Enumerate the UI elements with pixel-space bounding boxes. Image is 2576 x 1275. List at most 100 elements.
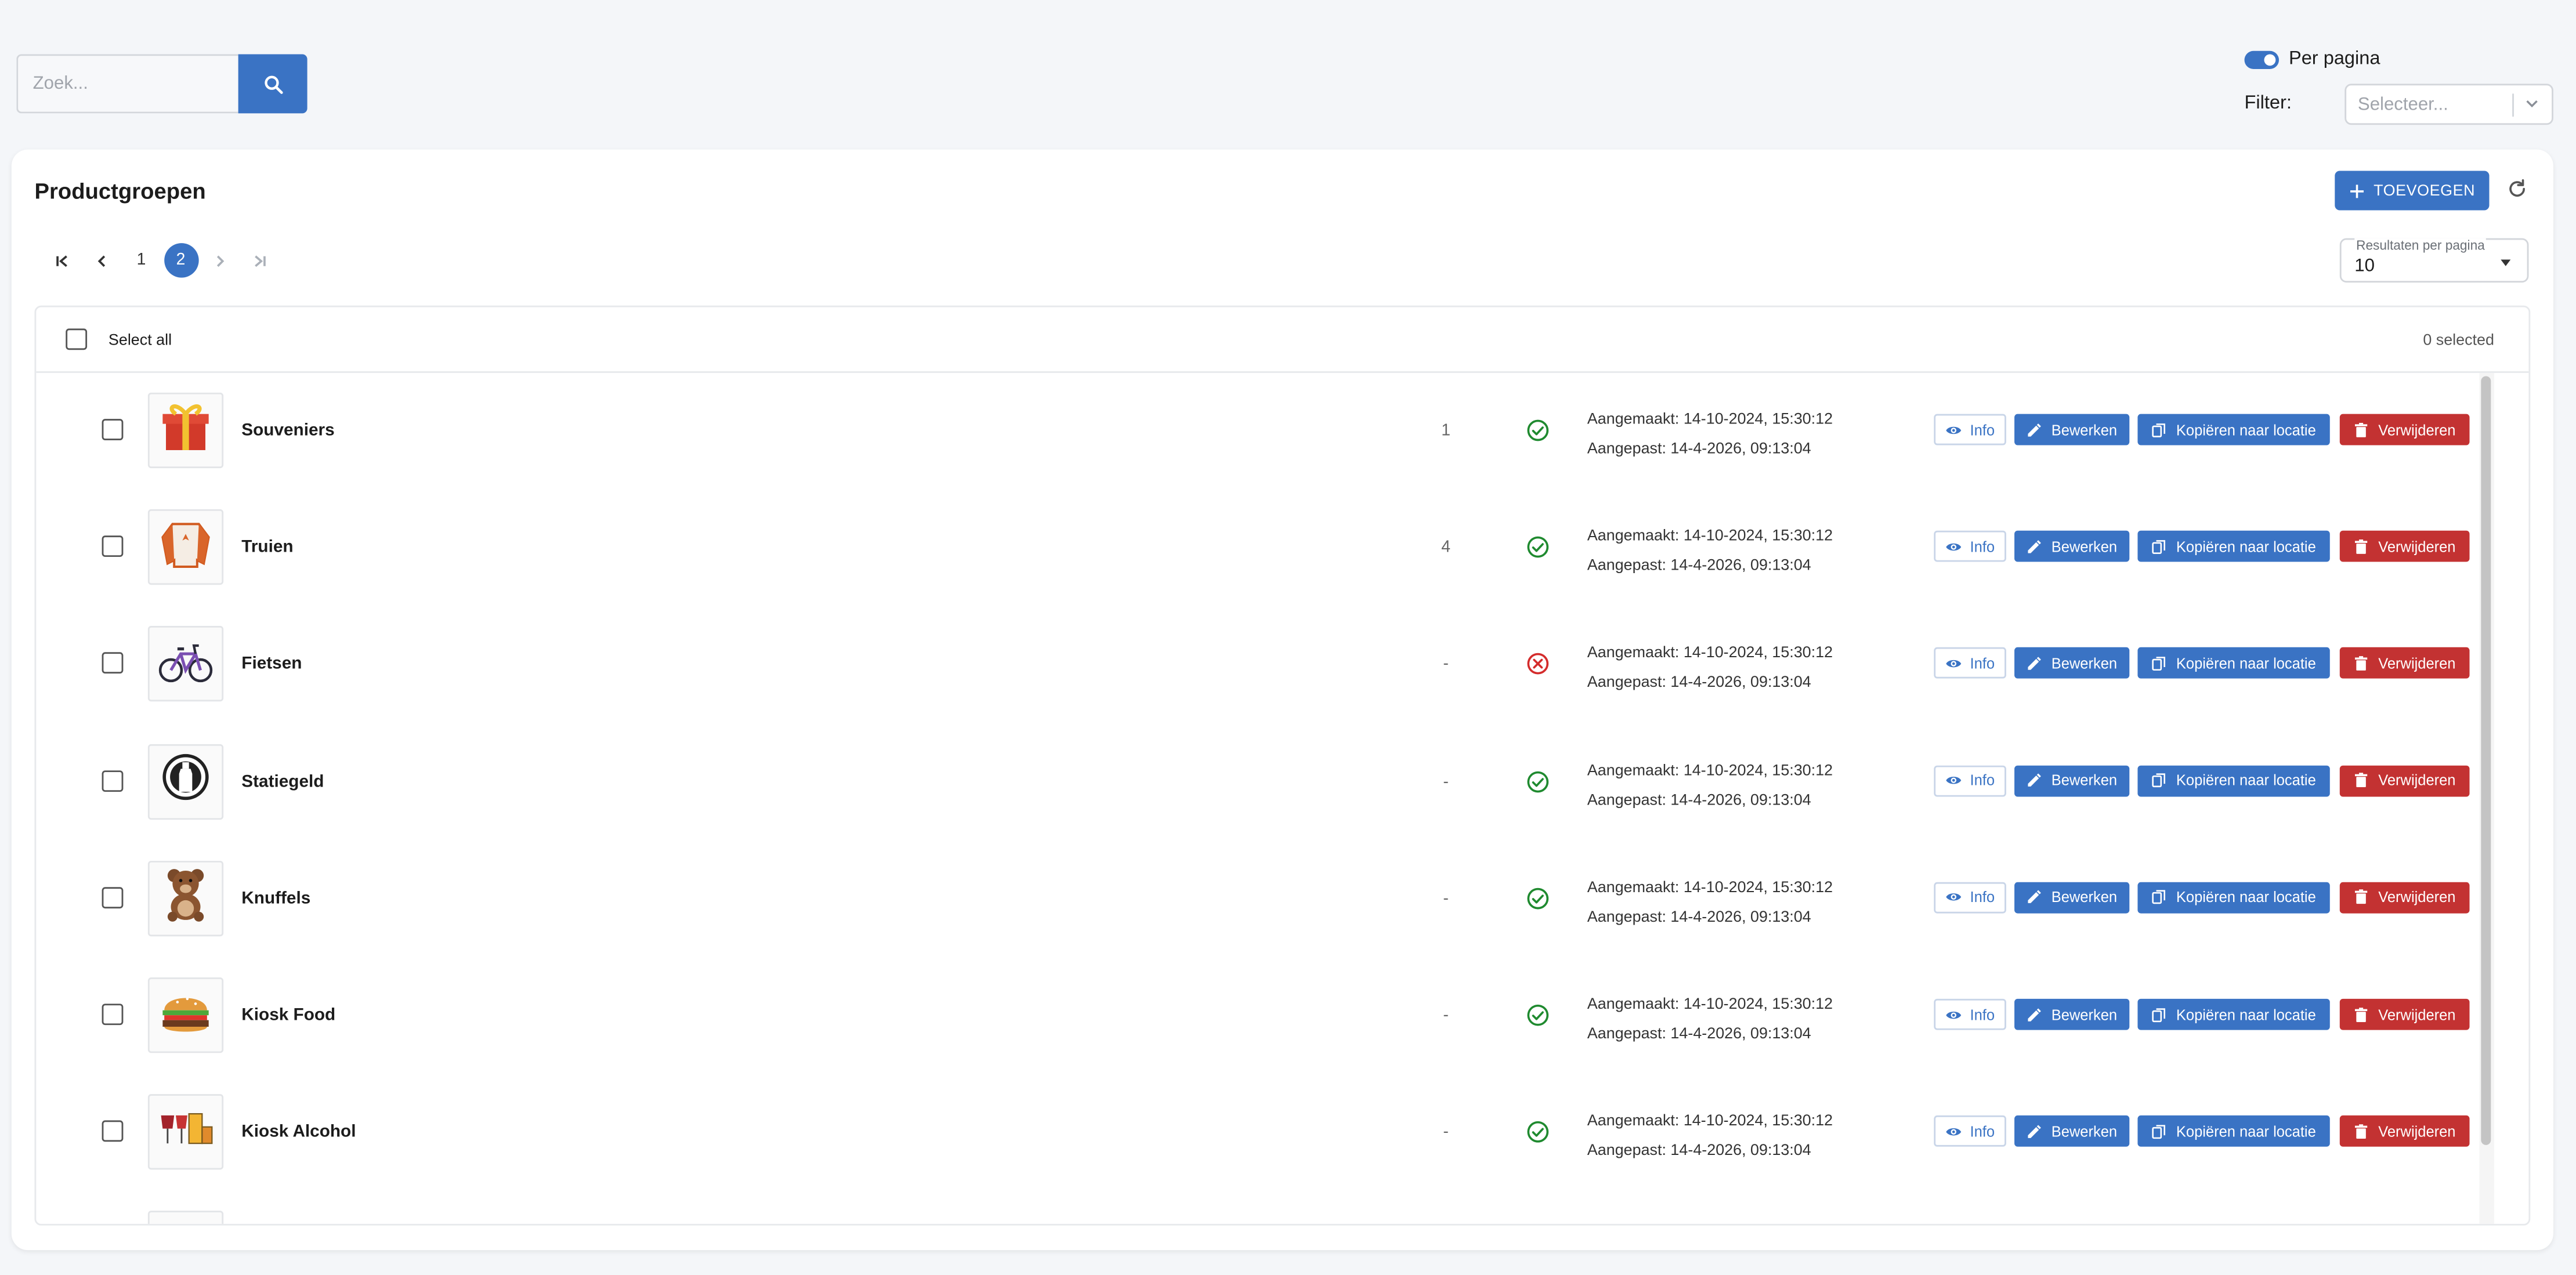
- copy-to-location-button[interactable]: Kopiëren naar locatie: [2137, 882, 2330, 914]
- check-circle-icon: [1527, 1004, 1549, 1026]
- chevron-right-icon: [216, 255, 225, 266]
- pencil-icon: [2028, 657, 2042, 670]
- delete-button[interactable]: Verwijderen: [2339, 1115, 2470, 1147]
- delete-button[interactable]: Verwijderen: [2339, 765, 2470, 796]
- delete-label: Verwijderen: [2378, 772, 2456, 789]
- row-name: Knuffels: [241, 888, 311, 908]
- check-circle-icon: [1527, 1121, 1549, 1143]
- copy-to-location-button[interactable]: Kopiëren naar locatie: [2137, 647, 2330, 679]
- eye-icon: [1946, 1128, 1962, 1135]
- row-checkbox[interactable]: [102, 886, 124, 908]
- table-row: Statiegeld - Aangemaakt: 14-10-2024, 15:…: [36, 724, 2470, 841]
- check-circle-icon: [1527, 888, 1549, 909]
- row-status: [1526, 887, 1550, 918]
- edit-button[interactable]: Bewerken: [2014, 531, 2130, 563]
- results-per-page-select[interactable]: Resultaten per pagina 10: [2339, 238, 2529, 283]
- prev-page-button[interactable]: [82, 243, 122, 277]
- add-button[interactable]: TOEVOEGEN: [2335, 171, 2490, 211]
- copy-to-location-button[interactable]: Kopiëren naar locatie: [2137, 998, 2330, 1030]
- product-thumbnail: [147, 1211, 224, 1224]
- first-page-icon: [56, 254, 67, 266]
- delete-button[interactable]: Verwijderen: [2339, 531, 2470, 563]
- edit-button[interactable]: Bewerken: [2014, 647, 2130, 679]
- table-row: Kiosk Alcohol - Aangemaakt: 14-10-2024, …: [36, 1075, 2470, 1191]
- info-button[interactable]: Info: [1934, 998, 2006, 1030]
- copy-to-location-button[interactable]: Kopiëren naar locatie: [2137, 1115, 2330, 1147]
- copy-to-location-button[interactable]: Kopiëren naar locatie: [2137, 765, 2330, 796]
- row-status: [1526, 1121, 1550, 1152]
- eye-icon: [1946, 426, 1962, 433]
- row-created: Aangemaakt: 14-10-2024, 15:30:12: [1587, 1112, 1833, 1131]
- info-button[interactable]: Info: [1934, 414, 2006, 445]
- filter-label: Filter:: [2244, 93, 2292, 114]
- copy-label: Kopiëren naar locatie: [2176, 889, 2316, 906]
- copy-label: Kopiëren naar locatie: [2176, 1006, 2316, 1023]
- refresh-icon[interactable]: [2506, 178, 2529, 201]
- info-button[interactable]: Info: [1934, 1115, 2006, 1147]
- info-button[interactable]: Info: [1934, 882, 2006, 914]
- chevron-left-icon: [97, 255, 106, 266]
- filter-select[interactable]: Selecteer...: [2345, 84, 2553, 125]
- page-button-1[interactable]: 1: [122, 243, 161, 277]
- info-button[interactable]: Info: [1934, 765, 2006, 796]
- delete-button[interactable]: Verwijderen: [2339, 414, 2470, 445]
- row-checkbox[interactable]: [102, 419, 124, 440]
- row-dates: Aangemaakt: 14-10-2024, 15:30:12 Aangepa…: [1587, 991, 1833, 1050]
- info-button[interactable]: Info: [1934, 647, 2006, 679]
- edit-button[interactable]: Bewerken: [2014, 765, 2130, 796]
- check-circle-icon: [1527, 770, 1549, 792]
- edit-button[interactable]: Bewerken: [2014, 882, 2130, 914]
- plus-icon: [2349, 184, 2363, 197]
- eye-icon: [1946, 660, 1962, 668]
- row-checkbox[interactable]: [102, 770, 124, 791]
- copy-label: Kopiëren naar locatie: [2176, 538, 2316, 555]
- edit-button[interactable]: Bewerken: [2014, 414, 2130, 445]
- row-created: Aangemaakt: 14-10-2024, 15:30:12: [1587, 995, 1833, 1014]
- select-all-checkbox[interactable]: [66, 328, 88, 350]
- results-per-page-value: 10: [2354, 256, 2375, 276]
- page-button-2[interactable]: 2: [161, 243, 201, 278]
- search-input[interactable]: [16, 54, 238, 114]
- table-header: Select all 0 selected: [36, 307, 2529, 373]
- scrollbar-thumb[interactable]: [2481, 376, 2491, 1145]
- first-page-button[interactable]: [43, 243, 82, 277]
- copy-to-location-button[interactable]: Kopiëren naar locatie: [2137, 531, 2330, 563]
- info-button[interactable]: Info: [1934, 531, 2006, 563]
- delete-button[interactable]: Verwijderen: [2339, 998, 2470, 1030]
- edit-button[interactable]: Bewerken: [2014, 998, 2130, 1030]
- row-checkbox[interactable]: [102, 535, 124, 557]
- chevron-down-icon: [2526, 100, 2538, 108]
- row-modified: Aangepast: 14-4-2026, 09:13:04: [1587, 908, 1811, 926]
- row-modified: Aangepast: 14-4-2026, 09:13:04: [1587, 674, 1811, 693]
- per-page-toggle[interactable]: [2244, 50, 2279, 68]
- pencil-icon: [2028, 422, 2042, 436]
- row-count: 4: [1441, 539, 1451, 557]
- next-page-button[interactable]: [201, 243, 240, 277]
- table-row: Truien 4 Aangemaakt: 14-10-2024, 15:30:1…: [36, 490, 2470, 606]
- delete-button[interactable]: Verwijderen: [2339, 882, 2470, 914]
- bicycle-icon: [156, 631, 215, 698]
- info-label: Info: [1970, 889, 1995, 906]
- edit-button[interactable]: Bewerken: [2014, 1115, 2130, 1147]
- last-page-button[interactable]: [240, 243, 279, 277]
- trash-icon: [2356, 1006, 2368, 1022]
- row-modified: Aangepast: 14-4-2026, 09:13:04: [1587, 1142, 1811, 1160]
- teddy-bear-icon: [156, 864, 215, 932]
- per-page-toggle-row: Per pagina: [2244, 49, 2380, 69]
- drinks-icon: [156, 1099, 215, 1166]
- row-checkbox[interactable]: [102, 1004, 124, 1026]
- eye-icon: [1946, 1010, 1962, 1018]
- copy-icon: [2152, 1007, 2166, 1022]
- row-name: Statiegeld: [241, 771, 324, 791]
- row-created: Aangemaakt: 14-10-2024, 15:30:12: [1587, 644, 1833, 663]
- copy-to-location-button[interactable]: Kopiëren naar locatie: [2137, 414, 2330, 445]
- row-checkbox[interactable]: [102, 653, 124, 675]
- row-checkbox[interactable]: [102, 1120, 124, 1142]
- delete-button[interactable]: Verwijderen: [2339, 647, 2470, 679]
- copy-icon: [2152, 773, 2166, 788]
- info-label: Info: [1970, 1123, 1995, 1140]
- scrollbar[interactable]: [2479, 372, 2494, 1224]
- per-page-toggle-label: Per pagina: [2288, 49, 2380, 69]
- search-button[interactable]: [238, 54, 307, 114]
- pencil-icon: [2028, 773, 2042, 787]
